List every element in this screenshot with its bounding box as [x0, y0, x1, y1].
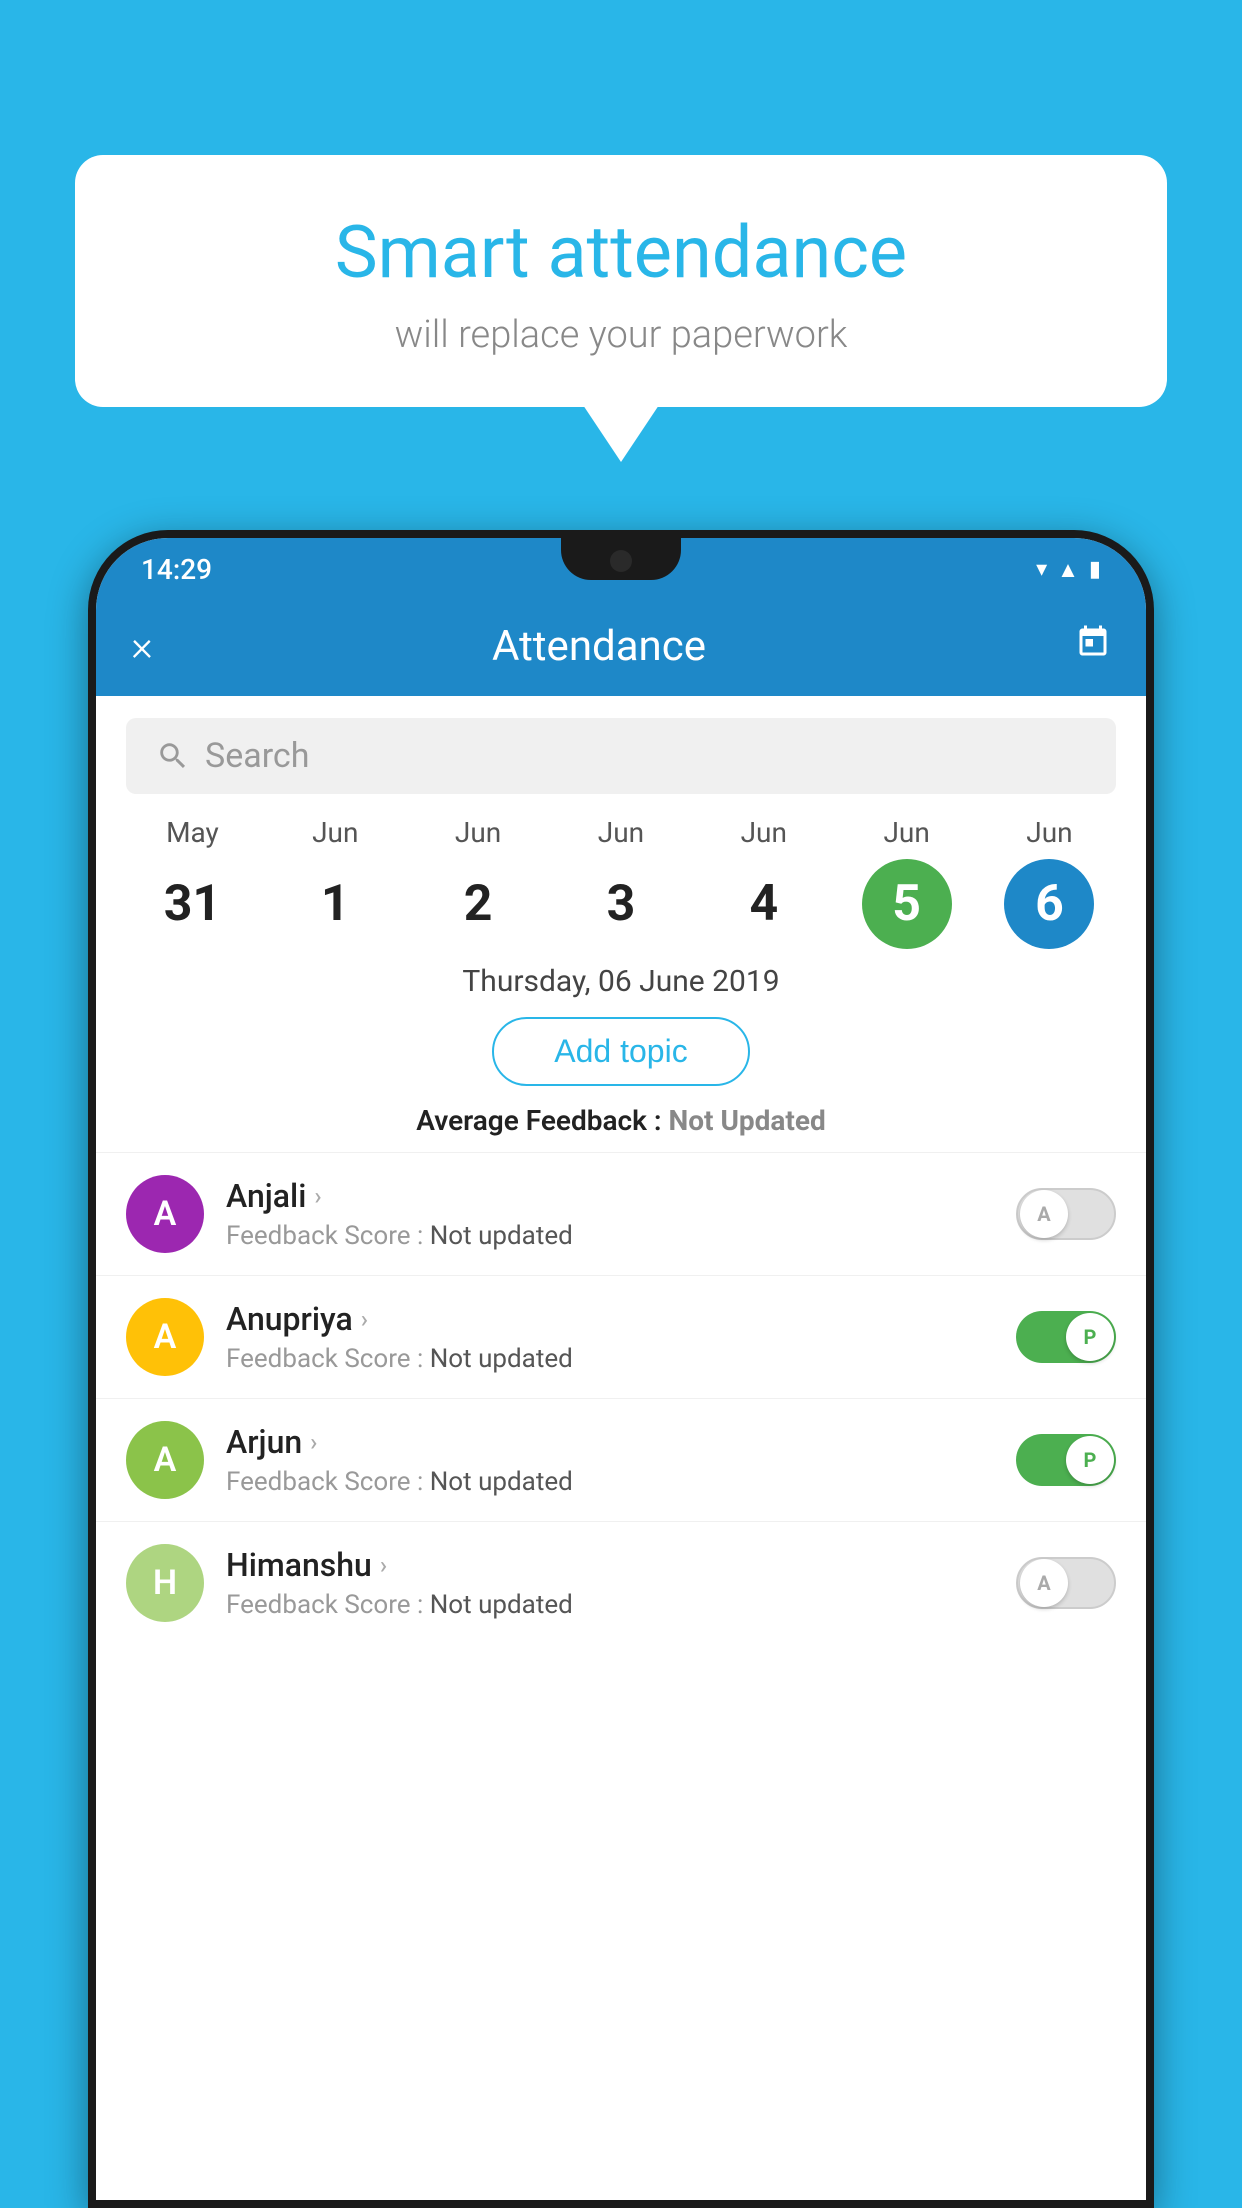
- camera: [610, 550, 632, 572]
- cal-month: Jun: [598, 816, 644, 849]
- student-info: Himanshu › Feedback Score : Not updated: [226, 1546, 1016, 1620]
- calendar-day[interactable]: Jun 4: [704, 816, 824, 949]
- attendance-toggle-wrapper[interactable]: A: [1016, 1557, 1116, 1609]
- attendance-toggle-wrapper[interactable]: A: [1016, 1188, 1116, 1240]
- cal-date-num: 4: [719, 859, 809, 949]
- list-item: H Himanshu › Feedback Score : Not update…: [96, 1521, 1146, 1644]
- app-bar-title: Attendance: [123, 622, 1075, 671]
- cal-date-num: 2: [433, 859, 523, 949]
- chevron-icon: ›: [314, 1182, 321, 1210]
- student-score: Feedback Score : Not updated: [226, 1221, 1016, 1251]
- avg-feedback-value: Not Updated: [668, 1104, 825, 1137]
- cal-month: May: [166, 816, 219, 849]
- student-score: Feedback Score : Not updated: [226, 1590, 1016, 1620]
- calendar-icon[interactable]: [1075, 624, 1111, 669]
- toggle-knob: P: [1066, 1436, 1114, 1484]
- cal-date-num: 1: [290, 859, 380, 949]
- signal-icon: ▲: [1057, 557, 1079, 583]
- attendance-toggle-wrapper[interactable]: P: [1016, 1434, 1116, 1486]
- attendance-toggle[interactable]: P: [1016, 1434, 1116, 1486]
- battery-icon: ▮: [1089, 557, 1101, 582]
- search-bar[interactable]: Search: [126, 718, 1116, 794]
- calendar-day[interactable]: Jun 6: [989, 816, 1109, 949]
- app-bar: × Attendance: [96, 596, 1146, 696]
- cal-date-num: 3: [576, 859, 666, 949]
- cal-date-num: 31: [147, 859, 237, 949]
- cal-month: Jun: [312, 816, 358, 849]
- student-name[interactable]: Anupriya ›: [226, 1300, 1016, 1338]
- cal-month: Jun: [741, 816, 787, 849]
- attendance-toggle[interactable]: A: [1016, 1188, 1116, 1240]
- student-name[interactable]: Arjun ›: [226, 1423, 1016, 1461]
- bubble-title: Smart attendance: [135, 210, 1107, 295]
- cal-date-num: 5: [862, 859, 952, 949]
- phone-frame: 14:29 ▾ ▲ ▮ × Attendance Search: [88, 530, 1154, 2208]
- calendar-day[interactable]: Jun 2: [418, 816, 538, 949]
- student-list: A Anjali › Feedback Score : Not updated …: [96, 1152, 1146, 1644]
- status-time: 14:29: [141, 553, 212, 586]
- speech-bubble: Smart attendance will replace your paper…: [75, 155, 1167, 407]
- attendance-toggle[interactable]: A: [1016, 1557, 1116, 1609]
- calendar-day[interactable]: Jun 3: [561, 816, 681, 949]
- bubble-subtitle: will replace your paperwork: [135, 313, 1107, 357]
- chevron-icon: ›: [310, 1428, 317, 1456]
- calendar-strip: May 31 Jun 1 Jun 2 Jun 3 Jun 4 Jun 5 Jun…: [96, 816, 1146, 949]
- selected-date-label: Thursday, 06 June 2019: [96, 964, 1146, 999]
- add-topic-button[interactable]: Add topic: [492, 1017, 749, 1086]
- toggle-knob: A: [1020, 1190, 1068, 1238]
- avg-feedback: Average Feedback : Not Updated: [96, 1104, 1146, 1137]
- avg-feedback-label: Average Feedback :: [416, 1104, 661, 1137]
- student-info: Arjun › Feedback Score : Not updated: [226, 1423, 1016, 1497]
- attendance-toggle-wrapper[interactable]: P: [1016, 1311, 1116, 1363]
- phone-screen: 14:29 ▾ ▲ ▮ × Attendance Search: [96, 538, 1146, 2200]
- list-item: A Arjun › Feedback Score : Not updated P: [96, 1398, 1146, 1521]
- avatar: A: [126, 1298, 204, 1376]
- search-placeholder: Search: [205, 736, 309, 776]
- status-icons: ▾ ▲ ▮: [1036, 557, 1101, 583]
- calendar-day[interactable]: Jun 1: [275, 816, 395, 949]
- student-name[interactable]: Himanshu ›: [226, 1546, 1016, 1584]
- wifi-icon: ▾: [1036, 557, 1047, 582]
- cal-month: Jun: [455, 816, 501, 849]
- student-score: Feedback Score : Not updated: [226, 1467, 1016, 1497]
- calendar-day[interactable]: May 31: [132, 816, 252, 949]
- avatar: A: [126, 1175, 204, 1253]
- list-item: A Anupriya › Feedback Score : Not update…: [96, 1275, 1146, 1398]
- avatar: A: [126, 1421, 204, 1499]
- student-info: Anupriya › Feedback Score : Not updated: [226, 1300, 1016, 1374]
- toggle-knob: A: [1020, 1559, 1068, 1607]
- attendance-toggle[interactable]: P: [1016, 1311, 1116, 1363]
- avatar: H: [126, 1544, 204, 1622]
- chevron-icon: ›: [361, 1305, 368, 1333]
- cal-date-num: 6: [1004, 859, 1094, 949]
- cal-month: Jun: [883, 816, 929, 849]
- calendar-day[interactable]: Jun 5: [847, 816, 967, 949]
- phone-notch: [561, 538, 681, 580]
- student-info: Anjali › Feedback Score : Not updated: [226, 1177, 1016, 1251]
- cal-month: Jun: [1026, 816, 1072, 849]
- student-name[interactable]: Anjali ›: [226, 1177, 1016, 1215]
- chevron-icon: ›: [380, 1551, 387, 1579]
- student-score: Feedback Score : Not updated: [226, 1344, 1016, 1374]
- search-icon: [156, 739, 190, 773]
- list-item: A Anjali › Feedback Score : Not updated …: [96, 1152, 1146, 1275]
- toggle-knob: P: [1066, 1313, 1114, 1361]
